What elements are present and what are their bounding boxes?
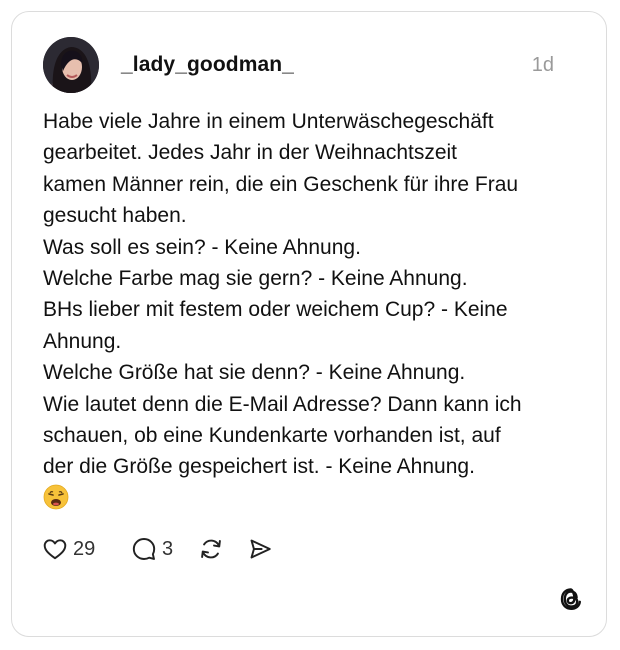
post-text-line: Welche Farbe mag sie gern? - Keine Ahnun… bbox=[43, 267, 468, 291]
post-text: Habe viele Jahre in einem Unterwäscheges… bbox=[43, 106, 578, 483]
reply-button[interactable]: 3 bbox=[131, 536, 173, 562]
post-text-line: Was soll es sein? - Keine Ahnung. bbox=[43, 235, 361, 259]
like-count: 29 bbox=[73, 537, 96, 560]
avatar-image bbox=[43, 37, 99, 93]
post-text-line: BHs lieber mit festem oder weichem Cup? … bbox=[43, 298, 508, 322]
post-text-line: gesucht haben. bbox=[43, 204, 187, 228]
post-text-line: gearbeitet. Jedes Jahr in der Weihnachts… bbox=[43, 141, 458, 165]
threads-logo-icon bbox=[560, 588, 581, 611]
comment-icon bbox=[132, 538, 156, 560]
post-text-line: der die Größe gespeichert ist. - Keine A… bbox=[43, 455, 475, 479]
username[interactable]: _lady_goodman_ bbox=[121, 53, 294, 77]
weary-face-emoji bbox=[43, 484, 69, 510]
post-text-line: Habe viele Jahre in einem Unterwäscheges… bbox=[43, 110, 494, 133]
post-text-line: Welche Größe hat sie denn? - Keine Ahnun… bbox=[43, 361, 466, 385]
share-icon bbox=[250, 539, 271, 559]
heart-icon bbox=[43, 539, 67, 560]
share-button[interactable] bbox=[247, 536, 273, 562]
post-text-line: kamen Männer rein, die ein Geschenk für … bbox=[43, 172, 519, 196]
post-text-line: schauen, ob eine Kundenkarte vorhanden i… bbox=[43, 424, 501, 448]
avatar[interactable] bbox=[43, 37, 99, 93]
post-text-line: Wie lautet denn die E-Mail Adresse? Dann… bbox=[43, 392, 522, 416]
repost-button[interactable] bbox=[198, 536, 224, 562]
repost-icon bbox=[201, 539, 221, 559]
like-button[interactable]: 29 bbox=[42, 536, 95, 562]
reply-count: 3 bbox=[162, 537, 174, 560]
post-text-line: Ahnung. bbox=[43, 329, 122, 353]
post-card: _lady_goodman_ 1d Habe viele Jahre in ei… bbox=[11, 11, 607, 637]
post-time: 1d bbox=[531, 54, 554, 76]
